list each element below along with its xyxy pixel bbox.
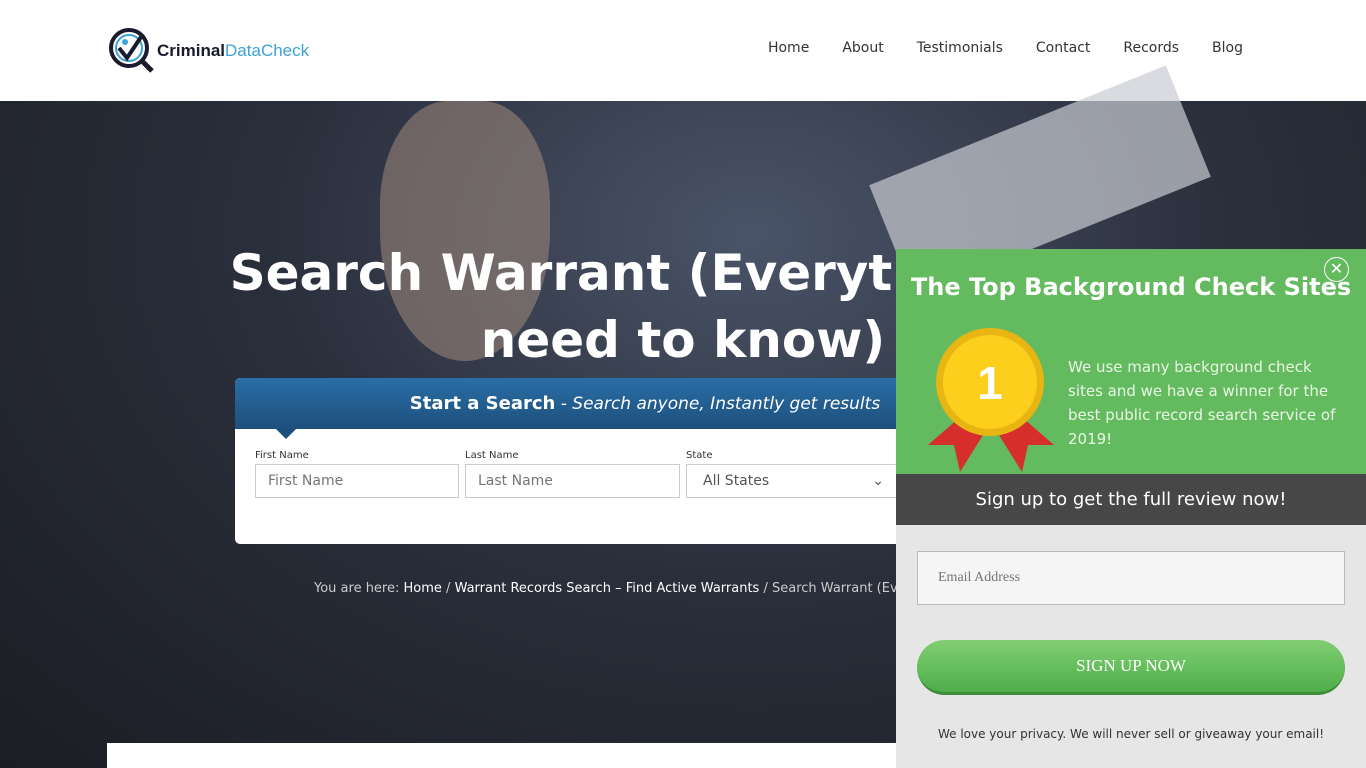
close-icon[interactable]: ✕ — [1324, 257, 1349, 282]
chevron-down-icon: ⌄ — [872, 473, 884, 489]
breadcrumb-separator: / — [441, 581, 455, 596]
sign-up-button[interactable]: SIGN UP NOW — [917, 640, 1345, 695]
nav-blog[interactable]: Blog — [1212, 40, 1243, 56]
breadcrumb-home[interactable]: Home — [404, 581, 442, 596]
nav-about[interactable]: About — [842, 40, 883, 56]
state-group: State All States ⌄ — [686, 450, 901, 498]
last-name-label: Last Name — [465, 450, 519, 461]
popup-description: We use many background check sites and w… — [1068, 358, 1336, 448]
award-medal-icon: 1 — [928, 328, 1054, 472]
last-name-input[interactable] — [465, 464, 680, 498]
search-form: Start a Search - Search anyone, Instantl… — [235, 378, 935, 544]
nav-contact[interactable]: Contact — [1036, 40, 1090, 56]
search-heading-bold: Start a Search — [409, 393, 556, 414]
medal-number: 1 — [977, 357, 1003, 409]
last-name-group: Last Name — [465, 450, 680, 498]
email-input[interactable] — [917, 551, 1345, 605]
logo-text: Criminal — [157, 41, 226, 60]
logo-text-accent: DataCheck — [225, 41, 310, 60]
popup-subheading: Sign up to get the full review now! — [896, 474, 1366, 525]
popup-title: The Top Background Check Sites — [910, 273, 1352, 301]
nav-home[interactable]: Home — [768, 40, 809, 56]
breadcrumb-parent[interactable]: Warrant Records Search – Find Active War… — [455, 581, 760, 596]
search-heading: Start a Search - Search anyone, Instantl… — [235, 378, 935, 429]
breadcrumb-prefix: You are here: — [314, 581, 404, 596]
state-value: All States — [703, 473, 770, 489]
content-card — [107, 743, 907, 768]
state-label: State — [686, 450, 713, 461]
breadcrumb-separator: / — [759, 581, 772, 596]
popup-header: The Top Background Check Sites ✕ 1 We us… — [896, 249, 1366, 474]
main-nav: Home About Testimonials Contact Records … — [768, 40, 1243, 56]
search-heading-tagline: - Search anyone, Instantly get results — [555, 394, 881, 414]
signup-popup: The Top Background Check Sites ✕ 1 We us… — [896, 249, 1366, 768]
state-select[interactable]: All States ⌄ — [686, 464, 901, 498]
privacy-note: We love your privacy. We will never sell… — [937, 727, 1325, 741]
nav-records[interactable]: Records — [1123, 40, 1179, 56]
logo[interactable]: Criminal DataCheck — [107, 26, 309, 76]
nav-testimonials[interactable]: Testimonials — [917, 40, 1003, 56]
first-name-group: First Name — [255, 450, 459, 498]
heading-notch — [276, 429, 296, 439]
logo-magnifier-icon — [109, 28, 154, 73]
first-name-label: First Name — [255, 450, 309, 461]
first-name-input[interactable] — [255, 464, 459, 498]
